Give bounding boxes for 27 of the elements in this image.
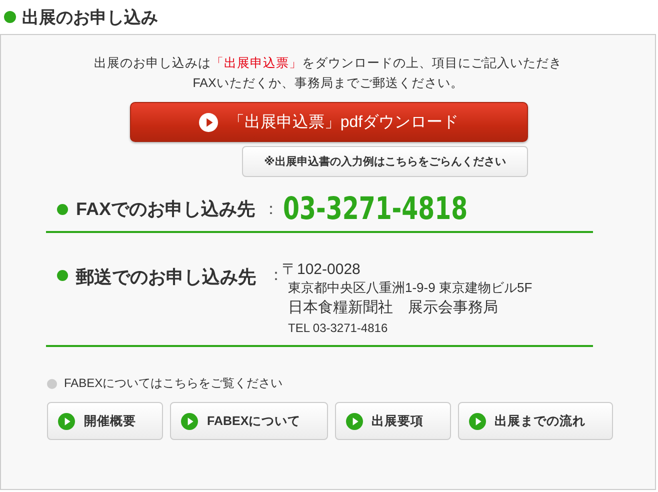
play-icon [181, 412, 198, 430]
play-icon [199, 112, 218, 132]
link-button[interactable]: 開催概要 [47, 402, 163, 440]
example-button[interactable]: ※出展申込書の入力例はこちらをごらんください [242, 146, 528, 177]
separator: ： [268, 267, 284, 286]
link-button[interactable]: 出展までの流れ [458, 402, 613, 440]
address-line: TEL 03-3271-4816 [288, 320, 389, 337]
address-line: 日本食糧新聞社 展示会事務局 [288, 298, 499, 318]
play-icon [346, 412, 363, 430]
play-icon [58, 412, 75, 430]
fax-number: 03-3271-4818 [283, 191, 468, 227]
fax-label: FAXでのお申し込み先 [76, 198, 256, 221]
bullet-icon [4, 11, 16, 23]
address-line: 東京都中央区八重洲1-9-9 東京建物ビル5F [288, 279, 532, 297]
address-line: 〒102-0028 [282, 261, 362, 279]
bullet-icon [57, 270, 68, 281]
page-heading: 出展のお申し込み [22, 6, 158, 28]
download-button[interactable]: 「出展申込票」pdfダウンロード [130, 102, 528, 142]
link-button[interactable]: 出展要項 [334, 402, 451, 440]
bullet-icon [57, 204, 68, 214]
intro-text: 出展のお申し込みは「出展申込票」をダウンロードの上、項目にご記入いただき FAXいただくか、事務局までご郵送ください。 [93, 55, 563, 92]
bullet-icon [47, 378, 57, 388]
separator: ： [263, 200, 280, 220]
post-label: 郵送でのお申し込み先 [76, 266, 256, 289]
link-button[interactable]: FABEXについて [170, 402, 328, 440]
links-heading: FABEXについてはこちらをご覧ください [64, 375, 283, 392]
play-icon [468, 412, 486, 430]
